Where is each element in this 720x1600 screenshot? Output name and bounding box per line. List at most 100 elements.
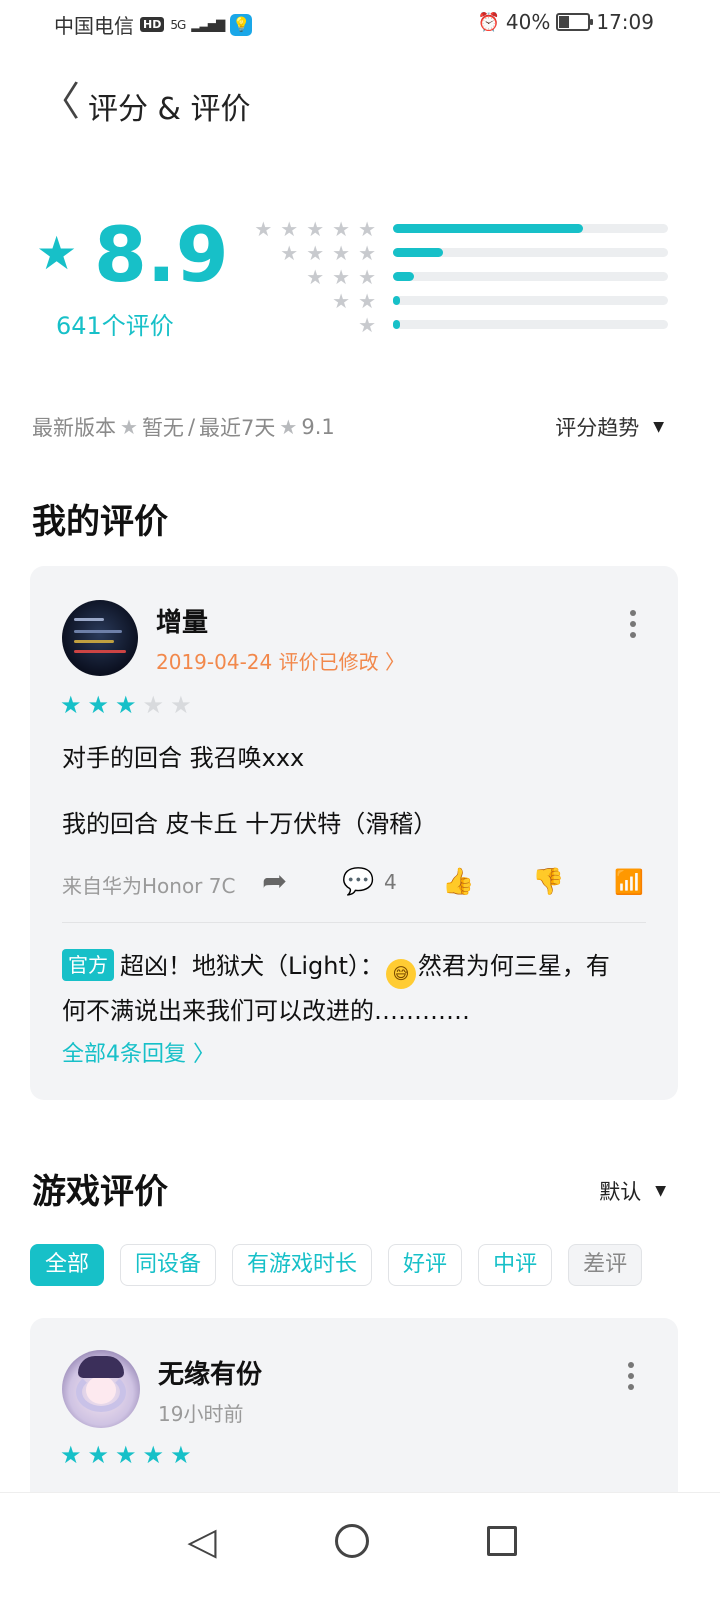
- more-options-icon[interactable]: [630, 610, 638, 643]
- recent-value: 9.1: [301, 415, 335, 439]
- my-review-title: 我的评价: [32, 502, 168, 542]
- battery-level: [559, 16, 570, 28]
- game-reviews-title: 游戏评价: [32, 1172, 168, 1212]
- sweat-smile-emoji-icon: 😅: [385, 959, 416, 989]
- filter-chip-neutral[interactable]: 中评: [478, 1244, 553, 1286]
- nav-back-icon: ◁: [187, 1519, 217, 1563]
- latest-version-value: 暂无: [141, 416, 184, 440]
- clock: 17:09: [596, 10, 654, 34]
- empty-stars: ★★: [142, 691, 198, 719]
- review-line-1: 对手的回合 我召唤xxx: [62, 744, 305, 772]
- share-icon[interactable]: ➦: [262, 864, 287, 900]
- hd-badge: HD: [140, 17, 165, 32]
- avatar[interactable]: [62, 600, 138, 676]
- signal-icon: ▂▃▅▇: [191, 17, 225, 32]
- dropdown-triangle-icon: ▼: [655, 1183, 666, 1199]
- filled-stars: ★★★★★: [60, 1441, 198, 1469]
- more-options-icon[interactable]: [628, 1362, 636, 1395]
- review-line-2: 我的回合 皮卡丘 十万伏特（滑稽）: [62, 810, 438, 838]
- divider: [62, 922, 646, 923]
- star-icon: ★: [279, 415, 298, 439]
- latest-version-label: 最新版本: [32, 416, 116, 440]
- review-card[interactable]: 无缘有份 19小时前 ★★★★★: [30, 1318, 678, 1508]
- rating-trend-dropdown[interactable]: 评分趋势 ▼: [555, 412, 664, 442]
- network-type: 5G: [170, 17, 186, 32]
- separator: /: [187, 415, 196, 439]
- nav-back-button[interactable]: ◁: [172, 1511, 232, 1571]
- filter-chip-all[interactable]: 全部: [30, 1244, 105, 1286]
- dist-track: [393, 272, 668, 281]
- system-nav-bar: ◁: [0, 1492, 720, 1600]
- dist-bar-4: [393, 248, 443, 257]
- review-actions: 来自华为Honor 7C ➦ 💬 4 👍 👎 📶: [62, 864, 652, 904]
- bulb-icon: 💡: [230, 13, 253, 36]
- all-replies-link[interactable]: 全部4条回复 〉: [62, 1036, 215, 1068]
- dist-row-2: ★★: [250, 290, 670, 312]
- my-review-card[interactable]: 增量 2019-04-24 评价已修改 〉 ★★★★★ 对手的回合 我召唤xxx…: [30, 566, 678, 1100]
- avatar-detail: [74, 630, 122, 633]
- avatar[interactable]: [62, 1350, 140, 1428]
- sort-dropdown[interactable]: 默认 ▼: [599, 1176, 666, 1206]
- filter-chip-same-device[interactable]: 同设备: [120, 1244, 217, 1286]
- status-bar: 中国电信 HD 5G ▂▃▅▇ 💡 ⏰ 40% 17:09: [0, 0, 720, 48]
- comment-icon[interactable]: 💬: [342, 864, 374, 900]
- nav-home-button[interactable]: [322, 1511, 382, 1571]
- avatar-detail: [74, 618, 104, 621]
- like-icon[interactable]: 👍: [442, 864, 474, 900]
- star-icon: ★: [120, 415, 138, 439]
- filled-stars: ★★★: [60, 691, 143, 719]
- filter-chip-playtime[interactable]: 有游戏时长: [232, 1244, 373, 1286]
- nav-recents-button[interactable]: [472, 1511, 532, 1571]
- review-stars: ★★★★★: [60, 692, 198, 718]
- rating-count: 641个评价: [56, 312, 174, 340]
- sort-label: 默认: [599, 1180, 642, 1204]
- dist-track: [393, 320, 668, 329]
- page-title: 评分 & 评价: [88, 92, 251, 127]
- dist-bar-5: [393, 224, 583, 233]
- dist-stars-3: ★★★: [306, 265, 384, 289]
- reply-author: 超凶！地狱犬（Light）：: [120, 952, 384, 980]
- battery-percent: 40%: [505, 10, 551, 34]
- dropdown-triangle-icon: ▼: [653, 419, 664, 435]
- alarm-icon: ⏰: [477, 11, 500, 33]
- version-rating-line: 最新版本 ★ 暂无 / 最近7天 ★ 9.1: [32, 412, 335, 442]
- back-arrow-icon[interactable]: 〈: [40, 82, 80, 122]
- official-tag: 官方: [62, 949, 114, 981]
- carrier-name: 中国电信: [54, 14, 134, 38]
- recent-label: 最近7天: [199, 416, 276, 440]
- review-time: 19小时前: [158, 1402, 244, 1426]
- device-source: 来自华为Honor 7C: [62, 874, 236, 898]
- dist-track: [393, 248, 668, 257]
- reviewer-name[interactable]: 无缘有份: [158, 1354, 262, 1391]
- dist-bar-1: [393, 320, 400, 329]
- dist-track: [393, 224, 668, 233]
- dist-stars-5: ★★★★★: [254, 217, 384, 241]
- dist-row-1: ★: [250, 314, 670, 336]
- dist-bar-3: [393, 272, 414, 281]
- avatar-detail: [78, 1356, 124, 1378]
- review-date-modified[interactable]: 2019-04-24 评价已修改 〉: [156, 646, 405, 675]
- reviewer-name[interactable]: 增量: [156, 602, 208, 639]
- official-reply: 官方 超凶！地狱犬（Light）： 😅 然君为何三星，有何不满说出来我们可以改进的………: [62, 944, 622, 1033]
- dist-bar-2: [393, 296, 400, 305]
- filter-chip-negative[interactable]: 差评: [568, 1244, 643, 1286]
- status-right: ⏰ 40% 17:09: [477, 10, 654, 34]
- filter-chip-positive[interactable]: 好评: [388, 1244, 463, 1286]
- dislike-icon[interactable]: 👎: [532, 864, 564, 900]
- dist-stars-1: ★: [358, 313, 384, 337]
- trend-label: 评分趋势: [555, 416, 640, 440]
- recents-square-icon: [487, 1526, 517, 1556]
- dist-stars-2: ★★: [332, 289, 384, 313]
- score-star-icon: ★: [36, 226, 78, 280]
- dist-row-5: ★★★★★: [250, 218, 670, 240]
- avatar-detail: [74, 650, 126, 653]
- avatar-detail: [74, 640, 114, 643]
- avatar-detail: [86, 1376, 116, 1404]
- status-left: 中国电信 HD 5G ▂▃▅▇ 💡: [54, 10, 253, 39]
- stats-icon[interactable]: 📶: [614, 864, 644, 900]
- home-circle-icon: [335, 1524, 369, 1558]
- dist-stars-4: ★★★★: [280, 241, 384, 265]
- dist-row-4: ★★★★: [250, 242, 670, 264]
- dist-row-3: ★★★: [250, 266, 670, 288]
- header: 〈 评分 & 评价: [0, 72, 720, 136]
